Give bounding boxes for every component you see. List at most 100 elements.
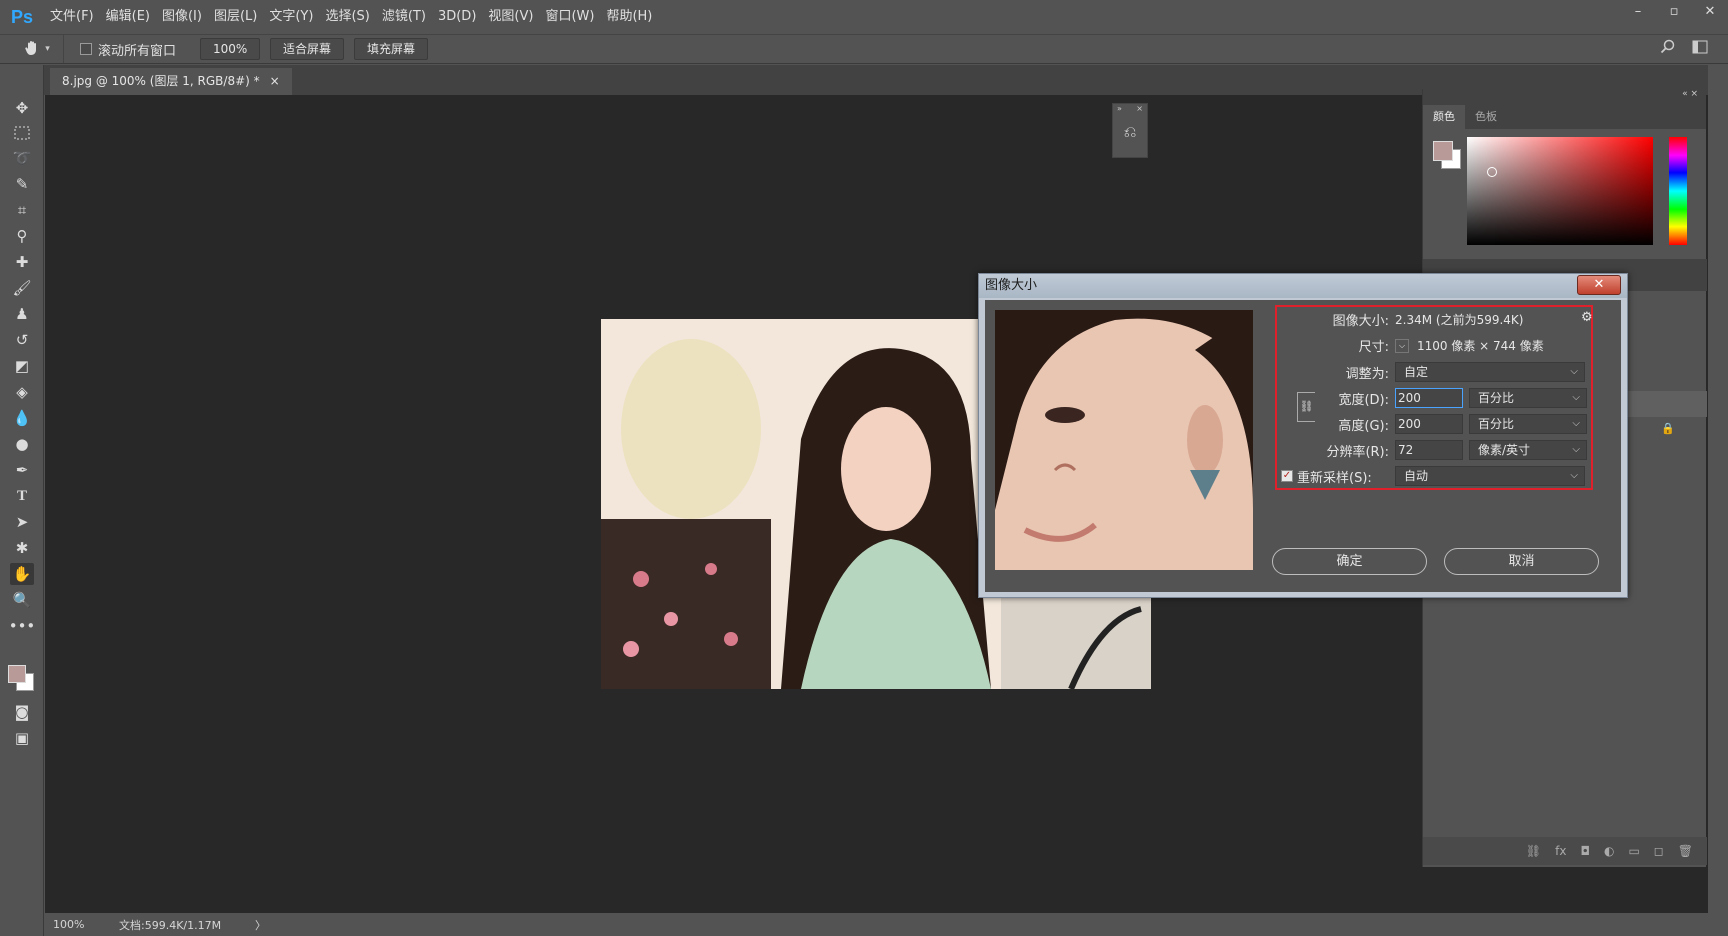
menu-3d[interactable]: 3D(D) (432, 0, 482, 34)
new-group-icon[interactable]: ▭ (1628, 844, 1639, 858)
link-layers-icon[interactable]: ⛓ (1526, 844, 1541, 858)
checkbox-box[interactable] (80, 43, 92, 55)
width-row: 宽度(D): 200 百分比 (1285, 388, 1587, 408)
close-window-button[interactable]: ✕ (1692, 0, 1728, 22)
history-icon[interactable]: ⎌ (1113, 122, 1147, 142)
add-mask-icon[interactable]: ◘ (1580, 844, 1590, 858)
minimize-button[interactable]: – (1620, 0, 1656, 22)
quick-selection-tool-icon[interactable]: ✎ (10, 173, 34, 195)
image-preview[interactable] (995, 310, 1253, 570)
window-controls: – ▫ ✕ (1620, 0, 1728, 24)
menu-view[interactable]: 视图(V) (482, 0, 539, 34)
gear-icon[interactable]: ⚙ (1581, 310, 1593, 325)
dimensions-dropdown-icon[interactable]: ⌵ (1395, 338, 1409, 353)
menu-select[interactable]: 选择(S) (319, 0, 375, 34)
width-unit-select[interactable]: 百分比 (1469, 388, 1587, 408)
hand-tool-icon[interactable]: ✋ (10, 563, 34, 585)
color-picker-field[interactable] (1467, 137, 1653, 245)
healing-brush-tool-icon[interactable]: ✚ (10, 251, 34, 273)
zoom-tool-icon[interactable]: 🔍 (10, 589, 34, 611)
height-label: 高度(G): (1338, 418, 1389, 434)
new-layer-icon[interactable]: ◻ (1654, 844, 1664, 858)
move-tool-icon[interactable]: ✥ (10, 97, 34, 119)
hue-slider[interactable] (1669, 137, 1687, 245)
clone-stamp-tool-icon[interactable]: ♟ (10, 303, 34, 325)
brush-tool-icon[interactable]: 🖌 (10, 277, 34, 299)
scroll-all-windows-checkbox[interactable]: 滚动所有窗口 (80, 40, 176, 59)
menu-file[interactable]: 文件(F) (44, 0, 100, 34)
status-zoom[interactable]: 100% (45, 918, 105, 931)
quick-mask-icon[interactable]: ◙ (10, 701, 34, 723)
document-tab[interactable]: 8.jpg @ 100% (图层 1, RGB/8#) * × (50, 68, 292, 95)
width-input[interactable]: 200 (1395, 388, 1463, 408)
options-bar: ▾ 滚动所有窗口 100% 适合屏幕 填充屏幕 (0, 34, 1728, 64)
foreground-color-swatch[interactable] (8, 665, 26, 683)
eraser-tool-icon[interactable]: ◩ (10, 355, 34, 377)
menu-filter[interactable]: 滤镜(T) (376, 0, 432, 34)
dialog-title: 图像大小 (979, 274, 1627, 298)
image-size-dialog: 图像大小 ✕ 图像大小: 2.34M (之前为599.4K) ⚙ 尺寸: ⌵ 1… (978, 273, 1628, 598)
fill-screen-button[interactable]: 填充屏幕 (354, 38, 429, 60)
width-label: 宽度(D): (1338, 392, 1389, 408)
menu-image[interactable]: 图像(I) (156, 0, 208, 34)
tool-preset-picker[interactable]: ▾ (10, 35, 64, 63)
blur-tool-icon[interactable]: 💧 (10, 407, 34, 429)
search-icon[interactable] (1660, 39, 1676, 58)
cancel-button[interactable]: 取消 (1444, 548, 1599, 575)
collapse-icon[interactable]: » (1117, 104, 1122, 116)
pen-tool-icon[interactable]: ✒ (10, 459, 34, 481)
path-selection-tool-icon[interactable]: ➤ (10, 511, 34, 533)
resolution-label: 分辨率(R): (1326, 444, 1389, 460)
maximize-button[interactable]: ▫ (1656, 0, 1692, 22)
panel-dock-header: « × (1423, 89, 1706, 103)
ok-button[interactable]: 确定 (1272, 548, 1427, 575)
menu-type[interactable]: 文字(Y) (263, 0, 319, 34)
crop-tool-icon[interactable]: ⌗ (10, 199, 34, 221)
tab-color[interactable]: 颜色 (1423, 105, 1465, 129)
resample-checkbox[interactable]: ✓ (1281, 470, 1293, 482)
adjustment-layer-icon[interactable]: ◐ (1604, 844, 1614, 858)
eyedropper-tool-icon[interactable]: ⚲ (10, 225, 34, 247)
image-size-label: 图像大小: (1332, 314, 1389, 329)
history-mini-panel[interactable]: » × ⎌ (1112, 103, 1148, 158)
close-panel-icon[interactable]: × (1690, 89, 1698, 99)
image-size-value: 2.34M (之前为599.4K) (1395, 313, 1524, 327)
color-panel-tabs: 颜色 色板 (1423, 103, 1706, 129)
lasso-tool-icon[interactable]: ➰ (10, 147, 34, 169)
dodge-tool-icon[interactable]: ● (10, 433, 34, 455)
dimensions-value: 1100 像素 × 744 像素 (1417, 339, 1544, 353)
custom-shape-tool-icon[interactable]: ✱ (10, 537, 34, 559)
color-picker-cursor[interactable] (1487, 167, 1497, 177)
menu-help[interactable]: 帮助(H) (600, 0, 658, 34)
height-input[interactable]: 200 (1395, 414, 1463, 434)
history-brush-tool-icon[interactable]: ↺ (10, 329, 34, 351)
panel-foreground-swatch[interactable] (1433, 141, 1453, 161)
delete-layer-icon[interactable]: 🗑 (1678, 844, 1693, 858)
resolution-unit-select[interactable]: 像素/英寸 (1469, 440, 1587, 460)
menu-layer[interactable]: 图层(L) (208, 0, 263, 34)
tab-close-icon[interactable]: × (270, 68, 280, 95)
fx-icon[interactable]: fx (1555, 844, 1566, 858)
resolution-input[interactable]: 72 (1395, 440, 1463, 460)
dialog-close-button[interactable]: ✕ (1577, 275, 1621, 295)
menu-edit[interactable]: 编辑(E) (100, 0, 156, 34)
fit-screen-button[interactable]: 适合屏幕 (270, 38, 345, 60)
height-unit-select[interactable]: 百分比 (1469, 414, 1587, 434)
tab-swatches[interactable]: 色板 (1465, 105, 1507, 129)
status-expand-arrow[interactable]: 〉 (255, 917, 266, 933)
dimensions-label: 尺寸: (1358, 340, 1389, 355)
document-tab-title: 8.jpg @ 100% (图层 1, RGB/8#) * (62, 74, 260, 88)
screen-mode-icon[interactable]: ▣ (10, 727, 34, 749)
marquee-tool-icon[interactable] (10, 122, 34, 144)
zoom-button[interactable]: 100% (200, 38, 261, 60)
workspace-icon[interactable] (1692, 39, 1708, 58)
type-tool-icon[interactable]: T (10, 485, 34, 507)
fit-to-select[interactable]: 自定 (1395, 362, 1585, 382)
paint-bucket-tool-icon[interactable]: ◈ (10, 381, 34, 403)
menu-window[interactable]: 窗口(W) (539, 0, 600, 34)
more-tools-icon[interactable]: ••• (9, 615, 36, 637)
close-icon[interactable]: × (1136, 104, 1143, 116)
dialog-body: 图像大小: 2.34M (之前为599.4K) ⚙ 尺寸: ⌵ 1100 像素 … (985, 300, 1621, 592)
resolution-row: 分辨率(R): 72 像素/英寸 (1285, 440, 1587, 460)
resample-select[interactable]: 自动 (1395, 466, 1585, 486)
